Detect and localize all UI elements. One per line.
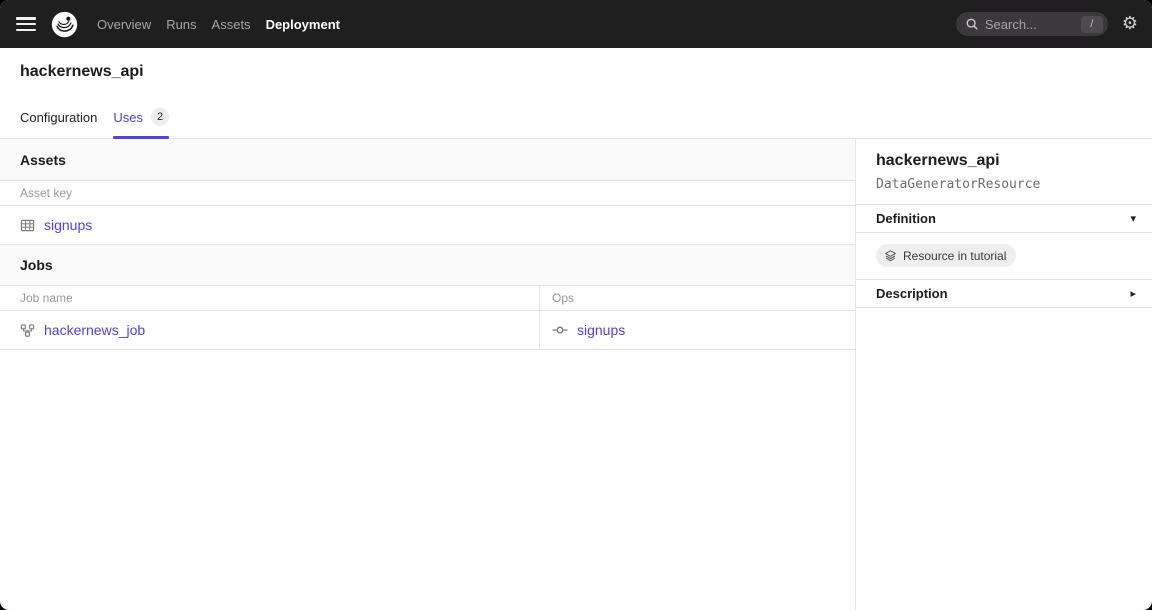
settings-gear-icon[interactable]: ⚙ [1122, 15, 1138, 33]
tab-uses[interactable]: Uses 2 [113, 96, 169, 138]
detail-panel-header: hackernews_api DataGeneratorResource [856, 139, 1152, 205]
assets-section-title: Assets [20, 152, 66, 168]
nav-links: Overview Runs Assets Deployment [97, 17, 340, 32]
asset-link-signups[interactable]: signups [44, 217, 92, 233]
caret-right-icon: ▸ [1130, 287, 1136, 300]
op-link-signups[interactable]: signups [577, 322, 625, 338]
nav-item-overview[interactable]: Overview [97, 17, 151, 32]
search-icon [965, 17, 979, 31]
job-link-hackernews-job[interactable]: hackernews_job [44, 322, 145, 338]
definition-section-toggle[interactable]: Definition ▾ [856, 205, 1152, 233]
asset-row: signups [0, 206, 855, 245]
job-name-column-header: Job name [0, 286, 540, 310]
layers-icon [884, 249, 897, 262]
op-node-icon [552, 322, 568, 338]
nav-item-runs[interactable]: Runs [166, 17, 196, 32]
tab-uses-count-badge: 2 [151, 108, 169, 126]
page-header: hackernews_api [0, 48, 1152, 96]
job-row: hackernews_job signups [0, 311, 855, 350]
uses-main: Assets Asset key signups Jobs Job name O… [0, 139, 856, 610]
assets-section-header: Assets [0, 139, 855, 181]
definition-section-label: Definition [876, 211, 936, 226]
page-title: hackernews_api [20, 63, 144, 81]
top-nav: Overview Runs Assets Deployment / ⚙ [0, 0, 1152, 48]
nav-item-deployment[interactable]: Deployment [266, 17, 340, 32]
nav-item-assets[interactable]: Assets [212, 17, 251, 32]
description-section-label: Description [876, 286, 948, 301]
search-shortcut-badge: / [1081, 16, 1103, 33]
resource-tag-label: Resource in tutorial [903, 249, 1006, 263]
tab-uses-label: Uses [113, 110, 143, 125]
tab-configuration-label: Configuration [20, 110, 97, 125]
jobs-section-header: Jobs [0, 245, 855, 286]
tab-configuration[interactable]: Configuration [20, 96, 97, 138]
menu-icon[interactable] [16, 17, 36, 31]
content-area: Assets Asset key signups Jobs Job name O… [0, 139, 1152, 610]
asset-key-column-header: Asset key [0, 186, 72, 200]
jobs-column-headers: Job name Ops [0, 286, 855, 311]
description-section-toggle[interactable]: Description ▸ [856, 280, 1152, 308]
definition-section-body: Resource in tutorial [856, 233, 1152, 280]
ops-column-header: Ops [540, 286, 855, 310]
assets-column-headers: Asset key [0, 181, 855, 206]
search-box[interactable]: / [956, 12, 1108, 36]
asset-table-icon [20, 218, 35, 233]
dagster-logo-icon[interactable] [50, 10, 79, 39]
resource-tag[interactable]: Resource in tutorial [876, 244, 1016, 267]
job-graph-icon [20, 323, 35, 338]
resource-type: DataGeneratorResource [876, 177, 1132, 192]
caret-down-icon: ▾ [1130, 212, 1136, 225]
search-input[interactable] [985, 17, 1075, 32]
app-window: Overview Runs Assets Deployment / ⚙ hack… [0, 0, 1152, 610]
jobs-section-title: Jobs [20, 257, 53, 273]
tab-bar: Configuration Uses 2 [0, 96, 1152, 139]
resource-name: hackernews_api [876, 152, 1132, 170]
detail-panel: hackernews_api DataGeneratorResource Def… [856, 139, 1152, 610]
